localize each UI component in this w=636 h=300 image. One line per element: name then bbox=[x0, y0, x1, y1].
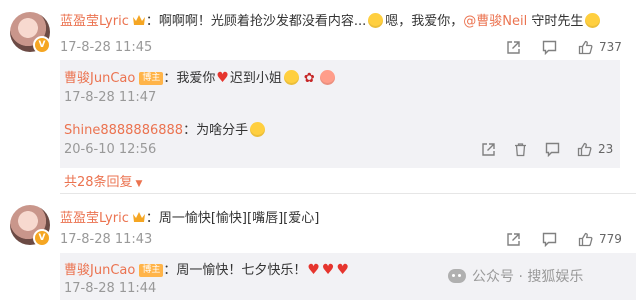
like-icon[interactable] bbox=[576, 141, 592, 157]
blogger-badge: 博主 bbox=[139, 72, 164, 85]
crown-icon bbox=[132, 15, 145, 25]
heart-icon: ♥ bbox=[216, 70, 229, 86]
chevron-down-icon: ▼ bbox=[135, 179, 143, 189]
comment-2-content: 蓝盈莹Lyric ：周一愉快[愉快][嘴唇][爱心] bbox=[60, 211, 320, 226]
comment-actions: 779 bbox=[505, 231, 622, 247]
verified-badge-icon: V bbox=[33, 36, 51, 54]
blogger-badge: 博主 bbox=[139, 264, 164, 277]
share-icon[interactable] bbox=[480, 141, 496, 157]
delete-icon[interactable] bbox=[512, 141, 528, 157]
more-replies-link[interactable]: 共28条回复 ▼ bbox=[64, 171, 142, 190]
like-icon[interactable] bbox=[577, 39, 593, 55]
emoji-icon bbox=[283, 70, 299, 85]
emoji-icon bbox=[319, 70, 335, 85]
comment-actions: 737 bbox=[505, 39, 622, 55]
comment-icon[interactable] bbox=[544, 141, 560, 157]
reply-actions: 23 bbox=[480, 141, 613, 157]
reply-author[interactable]: Shine8888886888 bbox=[64, 123, 183, 138]
heart-icon: ♥ bbox=[307, 262, 320, 278]
comment-icon[interactable] bbox=[541, 231, 557, 247]
like-count: 23 bbox=[598, 142, 614, 156]
divider bbox=[60, 193, 636, 194]
emoji-icon bbox=[585, 13, 601, 28]
like-icon[interactable] bbox=[577, 231, 593, 247]
verified-badge-icon: V bbox=[33, 229, 51, 247]
heart-icon: ♥ bbox=[321, 262, 335, 278]
like-count: 779 bbox=[599, 232, 622, 246]
mention-link[interactable]: @曹骏Neil bbox=[463, 14, 527, 29]
reply-item: 曹骏JunCao 博主 ：周一愉快！七夕快乐！♥ ♥ ♥ bbox=[64, 262, 350, 278]
reply-author[interactable]: 曹骏JunCao bbox=[64, 263, 135, 278]
reply-time: 17-8-28 11:44 bbox=[64, 281, 157, 296]
reply-time: 17-8-28 11:47 bbox=[64, 90, 157, 105]
comment-author[interactable]: 蓝盈莹Lyric bbox=[60, 211, 129, 226]
comment-time: 17-8-28 11:45 bbox=[60, 40, 153, 55]
comment-1-content: 蓝盈莹Lyric ：啊啊啊！光顾着抢沙发都没看内容... 嗯，我爱你，@曹骏Neil… bbox=[60, 10, 602, 29]
emoji-icon bbox=[368, 13, 384, 28]
watermark: 公众号 · 搜狐娱乐 bbox=[448, 266, 583, 286]
heart-icon: ♥ bbox=[336, 262, 350, 278]
emoji-icon bbox=[250, 122, 266, 137]
reply-time: 20-6-10 12:56 bbox=[64, 142, 157, 157]
share-icon[interactable] bbox=[505, 231, 521, 247]
like-count: 737 bbox=[599, 40, 622, 54]
crown-icon bbox=[132, 212, 145, 222]
wechat-icon bbox=[448, 269, 466, 283]
share-icon[interactable] bbox=[505, 39, 521, 55]
reply-author[interactable]: 曹骏JunCao bbox=[64, 71, 135, 86]
rose-icon: ✿ bbox=[303, 71, 315, 86]
comment-icon[interactable] bbox=[541, 39, 557, 55]
comment-time: 17-8-28 11:43 bbox=[60, 232, 153, 247]
reply-item: 曹骏JunCao 博主 ：我爱你♥迟到小姐 ✿ bbox=[64, 67, 337, 86]
reply-item: Shine8888886888：为啥分手 bbox=[64, 119, 267, 138]
comment-author[interactable]: 蓝盈莹Lyric bbox=[60, 14, 129, 29]
